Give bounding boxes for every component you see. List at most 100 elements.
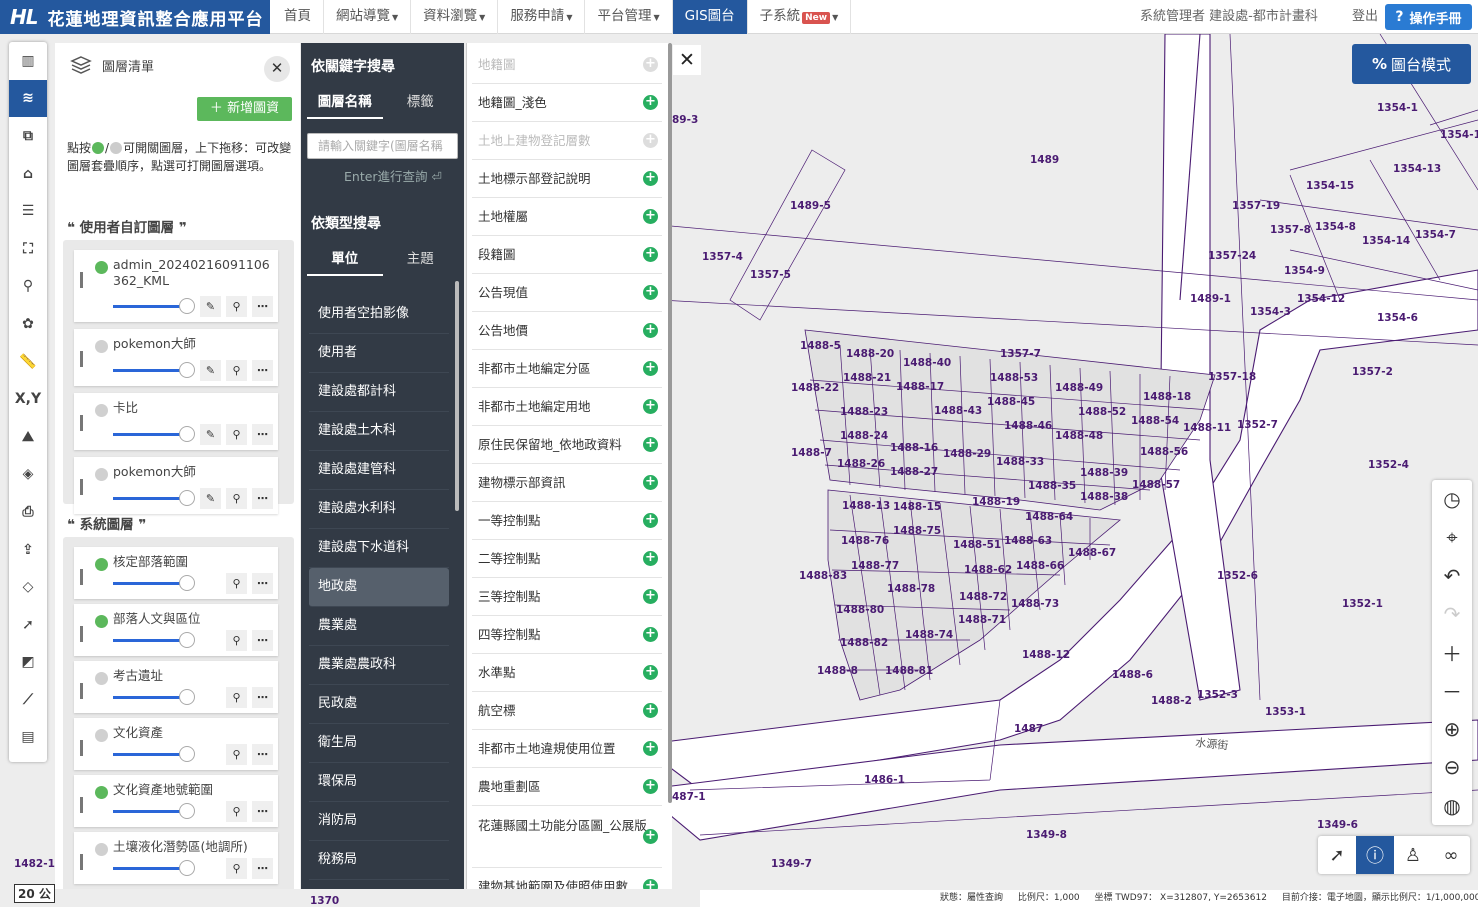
add-circle-icon[interactable]: + xyxy=(643,437,658,452)
zoom-in-icon[interactable]: ＋ xyxy=(1432,633,1472,671)
list-icon[interactable]: ☰ xyxy=(9,192,47,230)
add-circle-icon[interactable]: + xyxy=(643,247,658,262)
layer-card[interactable]: 部落人文與區位 ⋯ ⚲ xyxy=(74,604,278,656)
opacity-slider[interactable] xyxy=(113,362,195,378)
ruler-icon[interactable]: 📏 xyxy=(9,343,47,381)
cursor-query-icon[interactable]: ➚ xyxy=(9,606,47,644)
location-pin-icon[interactable]: ⚲ xyxy=(226,744,247,765)
binoculars-icon[interactable]: ∞ xyxy=(1432,836,1470,874)
line-chart-icon[interactable]: ⟋ xyxy=(9,681,47,719)
location-pin-icon[interactable]: ⚲ xyxy=(226,360,247,381)
upload-icon[interactable]: ⇪ xyxy=(9,531,47,569)
add-circle-icon[interactable]: + xyxy=(643,513,658,528)
layer-item[interactable]: 一等控制點 + xyxy=(472,502,662,540)
drag-handle-icon[interactable] xyxy=(80,740,83,756)
location-pin-icon[interactable]: ⚲ xyxy=(226,424,247,445)
close-icon[interactable]: ✕ xyxy=(264,56,290,82)
add-circle-icon[interactable]: + xyxy=(643,475,658,490)
undo-icon[interactable]: ↶ xyxy=(1432,557,1472,595)
slider-knob[interactable] xyxy=(179,803,195,819)
keyword-search-input[interactable]: 請輸入關鍵字(圖層名稱 xyxy=(307,133,458,159)
location-pin-icon[interactable]: ⚲ xyxy=(226,296,247,317)
unit-item[interactable]: 稅務局 xyxy=(309,841,449,880)
layer-item[interactable]: 航空標 + xyxy=(472,692,662,730)
scan-frame-icon[interactable]: ⛶ xyxy=(9,230,47,268)
edit-icon[interactable]: ✎ xyxy=(200,424,221,445)
unit-item[interactable]: 農業處 xyxy=(309,607,449,646)
edit-icon[interactable]: ✎ xyxy=(200,360,221,381)
locate-icon[interactable]: ⌖ xyxy=(1432,518,1472,556)
opacity-slider[interactable] xyxy=(113,803,195,819)
visibility-toggle-icon[interactable] xyxy=(95,468,108,481)
layer-item[interactable]: 地籍圖 + xyxy=(472,46,662,84)
opacity-slider[interactable] xyxy=(113,860,195,876)
layer-item[interactable]: 三等控制點 + xyxy=(472,578,662,616)
map-icon[interactable]: ▥ xyxy=(9,42,47,80)
more-icon[interactable]: ⋯ xyxy=(252,296,273,317)
unit-item[interactable]: 消防局 xyxy=(309,802,449,841)
add-circle-icon[interactable]: + xyxy=(643,703,658,718)
drag-handle-icon[interactable] xyxy=(80,415,83,431)
unit-item[interactable]: 建設處水利科 xyxy=(309,490,449,529)
more-icon[interactable]: ⋯ xyxy=(252,424,273,445)
location-pin-icon[interactable]: ⚲ xyxy=(226,488,247,509)
drag-handle-icon[interactable] xyxy=(80,479,83,495)
more-icon[interactable]: ⋯ xyxy=(252,573,273,594)
palette-icon[interactable]: ✿ xyxy=(9,305,47,343)
tab-tag[interactable]: 標籤 xyxy=(383,87,459,119)
location-pin-icon[interactable]: ⚲ xyxy=(226,573,247,594)
globe-icon[interactable]: ◍ xyxy=(1432,786,1472,824)
add-layer-button[interactable]: ＋ 新增圖資 xyxy=(197,97,292,121)
opacity-slider[interactable] xyxy=(113,575,195,591)
tab-layer-name[interactable]: 圖層名稱 xyxy=(307,87,383,119)
location-pin-icon[interactable]: ⚲ xyxy=(226,858,247,879)
layers-stack-icon[interactable]: ⧉ xyxy=(9,117,47,155)
nav-item-3[interactable]: 服務申請 ▼ xyxy=(498,0,586,34)
opacity-slider[interactable] xyxy=(113,689,195,705)
visibility-toggle-icon[interactable] xyxy=(95,843,108,856)
location-pin-icon[interactable]: ⚲ xyxy=(226,630,247,651)
nav-item-0[interactable]: 首頁 xyxy=(272,0,324,34)
add-circle-icon[interactable]: + xyxy=(643,209,658,224)
slider-knob[interactable] xyxy=(179,632,195,648)
layer-item[interactable]: 公告地價 + xyxy=(472,312,662,350)
more-icon[interactable]: ⋯ xyxy=(252,744,273,765)
unit-item[interactable]: 建設處建管科 xyxy=(309,451,449,490)
magnify-plus-icon[interactable]: ⊕ xyxy=(1432,710,1472,748)
unit-item[interactable]: 建設處都計科 xyxy=(309,373,449,412)
layer-item[interactable]: 水準點 + xyxy=(472,654,662,692)
add-circle-icon[interactable]: + xyxy=(643,665,658,680)
unit-item[interactable]: 環保局 xyxy=(309,763,449,802)
layer-card[interactable]: pokemon大師 ⋯ ⚲ ✎ xyxy=(74,329,278,386)
enter-search-hint[interactable]: Enter進行查詢 ⏎ xyxy=(344,166,442,185)
layer-card[interactable]: pokemon大師 ⋯ ⚲ ✎ xyxy=(74,457,278,514)
visibility-toggle-icon[interactable] xyxy=(95,340,108,353)
add-circle-icon[interactable]: + xyxy=(643,779,658,794)
visibility-toggle-icon[interactable] xyxy=(95,404,108,417)
layers-icon[interactable]: ≋ xyxy=(9,79,47,118)
add-circle-icon[interactable]: + xyxy=(643,95,658,110)
drag-handle-icon[interactable] xyxy=(80,351,83,367)
redo-icon[interactable]: ↷ xyxy=(1432,595,1472,633)
terrain-icon[interactable]: ⛰ xyxy=(9,418,47,456)
info-icon[interactable]: ⓘ xyxy=(1356,836,1394,874)
unit-item[interactable]: 地政處 xyxy=(309,568,449,607)
layer-item[interactable]: 非都市土地編定分區 + xyxy=(472,350,662,388)
layer-card[interactable]: 考古遺址 ⋯ ⚲ xyxy=(74,661,278,713)
unit-item[interactable]: 建設處土木科 xyxy=(309,412,449,451)
more-icon[interactable]: ⋯ xyxy=(252,630,273,651)
more-icon[interactable]: ⋯ xyxy=(252,687,273,708)
more-icon[interactable]: ⋯ xyxy=(252,858,273,879)
slider-knob[interactable] xyxy=(179,860,195,876)
opacity-slider[interactable] xyxy=(113,490,195,506)
add-circle-icon[interactable]: + xyxy=(643,741,658,756)
layer-item[interactable]: 土地上建物登記層數 + xyxy=(472,122,662,160)
layer-card[interactable]: 核定部落範圍 ⋯ ⚲ xyxy=(74,547,278,599)
brand-logo[interactable]: HL 花蓮地理資訊整合應用平台 xyxy=(0,0,270,34)
visibility-toggle-icon[interactable] xyxy=(95,786,108,799)
layer-item[interactable]: 建物基地範圍及使照使用數 + xyxy=(472,868,662,889)
scrollbar[interactable] xyxy=(668,43,672,803)
layer-card[interactable]: 文化資產 ⋯ ⚲ xyxy=(74,718,278,770)
nav-item-5[interactable]: GIS圖台 xyxy=(672,0,748,34)
xy-icon[interactable]: X,Y xyxy=(9,380,47,418)
